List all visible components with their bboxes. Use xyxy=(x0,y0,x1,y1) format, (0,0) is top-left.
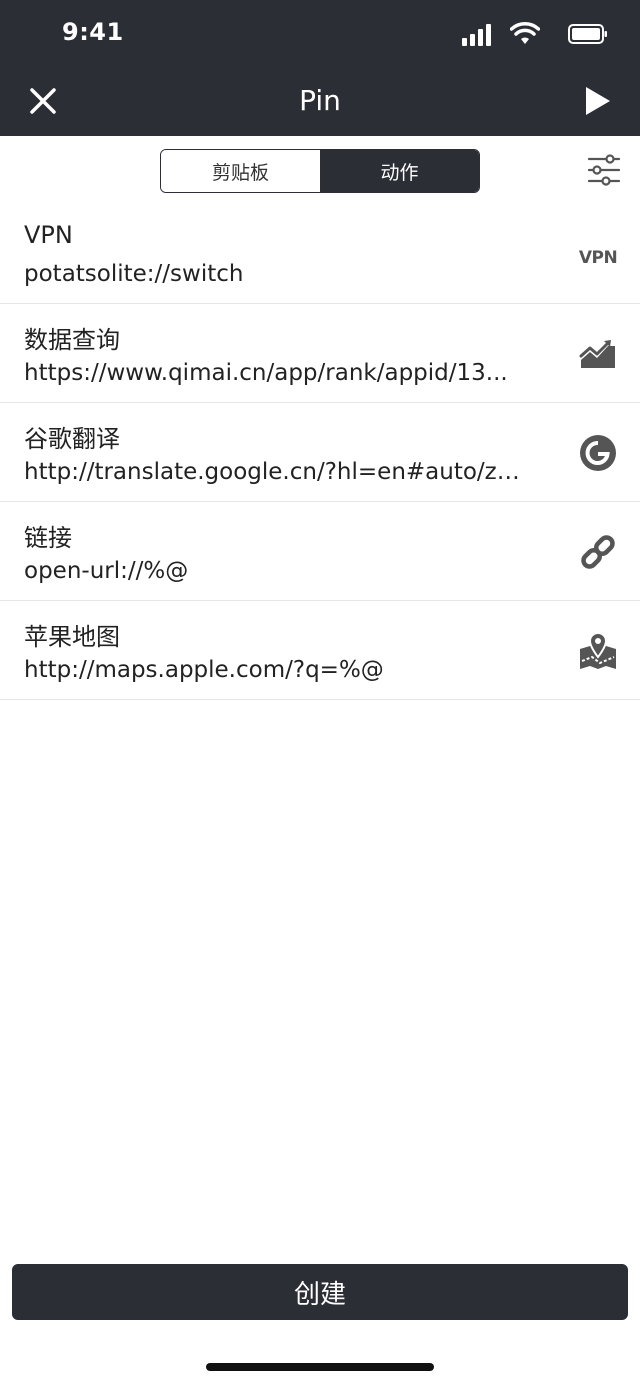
list-item[interactable]: 链接 open-url://%@ xyxy=(0,502,640,601)
item-title: VPN xyxy=(24,221,73,249)
create-button[interactable]: 创建 xyxy=(12,1264,628,1320)
item-title: 谷歌翻译 xyxy=(24,425,120,453)
filter-sliders-icon[interactable] xyxy=(586,152,622,188)
segment-actions[interactable]: 动作 xyxy=(320,150,479,192)
header-bar: 9:41 Pin xyxy=(0,0,640,136)
play-icon[interactable] xyxy=(580,84,614,118)
wifi-icon xyxy=(510,22,540,44)
item-url: http://translate.google.cn/?hl=en#auto/z… xyxy=(24,459,524,485)
item-title: 数据查询 xyxy=(24,326,120,354)
link-icon xyxy=(581,535,615,569)
segmented-control: 剪贴板 动作 xyxy=(160,149,480,193)
vpn-icon: VPN xyxy=(579,248,618,268)
chart-icon xyxy=(579,340,615,368)
item-title: 苹果地图 xyxy=(24,623,120,651)
home-indicator xyxy=(206,1363,434,1371)
svg-text:VPN: VPN xyxy=(579,248,617,268)
map-icon xyxy=(580,631,616,669)
item-url: open-url://%@ xyxy=(24,558,189,584)
status-time: 9:41 xyxy=(62,18,124,46)
list-item[interactable]: VPN potatsolite://switch VPN xyxy=(0,205,640,304)
item-url: http://maps.apple.com/?q=%@ xyxy=(24,657,384,683)
signal-icon xyxy=(462,24,491,46)
item-title: 链接 xyxy=(24,524,72,552)
list-item[interactable]: 谷歌翻译 http://translate.google.cn/?hl=en#a… xyxy=(0,403,640,502)
segment-clipboard[interactable]: 剪贴板 xyxy=(161,150,320,192)
list-item[interactable]: 苹果地图 http://maps.apple.com/?q=%@ xyxy=(0,601,640,700)
battery-icon xyxy=(568,24,607,44)
page-title: Pin xyxy=(299,84,341,117)
item-url: https://www.qimai.cn/app/rank/appid/13..… xyxy=(24,360,508,386)
list-item[interactable]: 数据查询 https://www.qimai.cn/app/rank/appid… xyxy=(0,304,640,403)
item-url: potatsolite://switch xyxy=(24,261,244,287)
actions-list: VPN potatsolite://switch VPN 数据查询 https:… xyxy=(0,205,640,700)
google-icon xyxy=(580,435,616,471)
